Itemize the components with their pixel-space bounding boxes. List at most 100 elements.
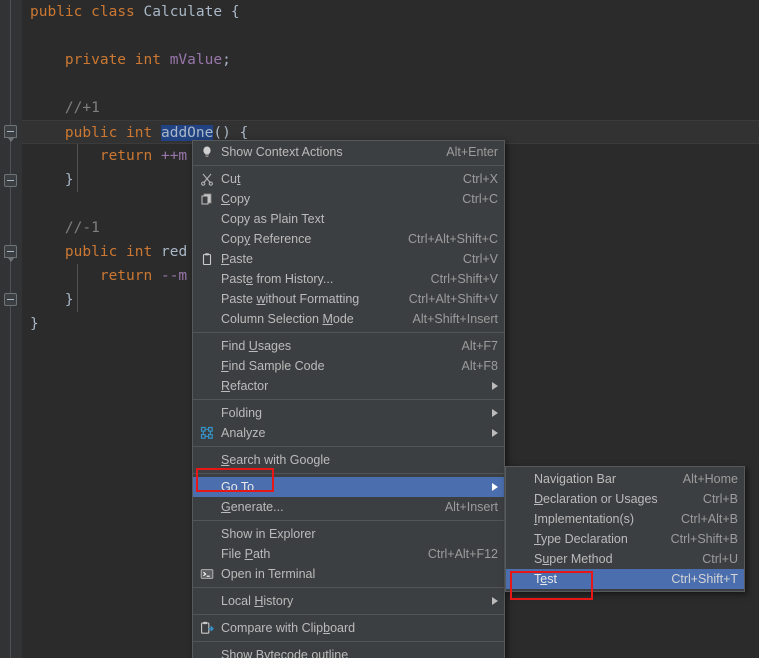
lightbulb-icon: [197, 144, 217, 160]
menu-item-shortcut: Ctrl+V: [462, 252, 498, 266]
code-token: int: [126, 125, 153, 141]
menu-item-shortcut: Alt+Enter: [446, 145, 498, 159]
goto-item-super-method[interactable]: Super Method Ctrl+U: [506, 549, 744, 569]
menu-item-label: Paste from History...: [221, 272, 334, 286]
menu-separator: [193, 520, 504, 521]
code-token: Calculate: [143, 4, 223, 20]
fold-marker-open-addone-icon[interactable]: [4, 125, 17, 142]
menu-item-paste-without-formatting[interactable]: Paste without Formatting Ctrl+Alt+Shift+V: [193, 289, 504, 309]
menu-item-shortcut: Ctrl+Alt+F12: [427, 547, 498, 561]
goto-item-type-declaration[interactable]: Type Declaration Ctrl+Shift+B: [506, 529, 744, 549]
fold-marker-open-reduceone-icon[interactable]: [4, 245, 17, 262]
menu-item-no-icon: [197, 311, 217, 327]
code-token: class: [91, 4, 135, 20]
menu-item-label: Open in Terminal: [221, 567, 316, 581]
goto-item-navigation-bar[interactable]: Navigation Bar Alt+Home: [506, 469, 744, 489]
menu-item-no-icon: [510, 571, 530, 587]
menu-item-compare-with-clipboard[interactable]: Compare with Clipboard: [193, 618, 504, 638]
goto-item-declaration-or-usages[interactable]: Declaration or Usages Ctrl+B: [506, 489, 744, 509]
menu-item-file-path[interactable]: File Path Ctrl+Alt+F12: [193, 544, 504, 564]
menu-item-folding[interactable]: Folding: [193, 403, 504, 423]
code-token: public: [64, 125, 118, 141]
menu-item-shortcut: Ctrl+Alt+B: [681, 512, 738, 526]
menu-item-label: Implementation(s): [534, 512, 635, 526]
menu-item-refactor[interactable]: Refactor: [193, 376, 504, 396]
menu-item-show-context-actions[interactable]: Show Context Actions Alt+Enter: [193, 142, 504, 162]
fold-marker-close-reduceone-icon[interactable]: [4, 293, 17, 306]
menu-item-find-sample-code[interactable]: Find Sample Code Alt+F8: [193, 356, 504, 376]
menu-item-label: Column Selection Mode: [221, 312, 354, 326]
code-token: public: [64, 244, 118, 260]
menu-item-label: Super Method: [534, 552, 613, 566]
chevron-right-icon: [492, 409, 498, 417]
menu-item-label: Compare with Clipboard: [221, 621, 356, 635]
editor-context-menu[interactable]: Show Context Actions Alt+Enter Cut Ctrl+X Co…: [192, 140, 505, 658]
clipboard-icon: [197, 251, 217, 267]
code-line[interactable]: private int mValue;: [22, 48, 759, 72]
code-token: public: [30, 4, 83, 20]
menu-item-no-icon: [510, 531, 530, 547]
menu-item-shortcut: Ctrl+X: [462, 172, 498, 186]
goto-item-implementation-s[interactable]: Implementation(s) Ctrl+Alt+B: [506, 509, 744, 529]
menu-item-no-icon: [197, 546, 217, 562]
menu-item-label: Copy as Plain Text: [221, 212, 325, 226]
menu-item-show-bytecode-outline[interactable]: Show Bytecode outline: [193, 645, 504, 658]
menu-item-shortcut: Ctrl+Shift+V: [430, 272, 498, 286]
menu-item-open-in-terminal[interactable]: Open in Terminal: [193, 564, 504, 584]
fold-marker-close-addone-icon[interactable]: [4, 174, 17, 187]
menu-item-copy-reference[interactable]: Copy Reference Ctrl+Alt+Shift+C: [193, 229, 504, 249]
code-line[interactable]: //+1: [22, 96, 759, 120]
menu-item-label: Declaration or Usages: [534, 492, 658, 506]
menu-item-generate[interactable]: Generate... Alt+Insert: [193, 497, 504, 517]
menu-item-label: Show Bytecode outline: [221, 648, 349, 658]
menu-item-show-in-explorer[interactable]: Show in Explorer: [193, 524, 504, 544]
code-token: ;: [222, 52, 231, 68]
editor-gutter[interactable]: [0, 0, 22, 658]
menu-item-find-usages[interactable]: Find Usages Alt+F7: [193, 336, 504, 356]
menu-item-label: Test: [534, 572, 557, 586]
code-token: int: [134, 52, 161, 68]
menu-item-paste-from-history[interactable]: Paste from History... Ctrl+Shift+V: [193, 269, 504, 289]
menu-item-no-icon: [197, 378, 217, 394]
menu-item-shortcut: Ctrl+B: [702, 492, 738, 506]
code-token: red: [160, 244, 188, 260]
menu-item-no-icon: [197, 479, 217, 495]
menu-item-go-to[interactable]: Go To: [193, 477, 504, 497]
code-token: }: [30, 292, 74, 308]
code-token: int: [126, 244, 153, 260]
code-line[interactable]: [22, 72, 759, 96]
menu-item-analyze[interactable]: Analyze: [193, 423, 504, 443]
indent-guide: [77, 144, 78, 192]
menu-item-label: Local History: [221, 594, 294, 608]
menu-item-label: Navigation Bar: [534, 472, 616, 486]
menu-item-copy[interactable]: Copy Ctrl+C: [193, 189, 504, 209]
code-line[interactable]: public class Calculate {: [22, 0, 759, 24]
code-line[interactable]: [22, 24, 759, 48]
goto-item-test[interactable]: Test Ctrl+Shift+T: [506, 569, 744, 589]
menu-item-shortcut: Alt+F8: [461, 359, 498, 373]
chevron-right-icon: [492, 597, 498, 605]
menu-separator: [193, 399, 504, 400]
menu-item-column-selection-mode[interactable]: Column Selection Mode Alt+Shift+Insert: [193, 309, 504, 329]
menu-item-copy-as-plain-text[interactable]: Copy as Plain Text: [193, 209, 504, 229]
menu-item-shortcut: Ctrl+U: [702, 552, 738, 566]
goto-submenu[interactable]: Navigation Bar Alt+Home Declaration or Usa…: [505, 466, 745, 592]
menu-item-label: Type Declaration: [534, 532, 628, 546]
menu-item-cut[interactable]: Cut Ctrl+X: [193, 169, 504, 189]
menu-item-label: Generate...: [221, 500, 284, 514]
menu-item-local-history[interactable]: Local History: [193, 591, 504, 611]
menu-item-shortcut: Ctrl+Shift+T: [671, 572, 738, 586]
menu-item-label: Paste: [221, 252, 253, 266]
menu-item-no-icon: [197, 231, 217, 247]
menu-item-label: Find Usages: [221, 339, 292, 353]
menu-item-paste[interactable]: Paste Ctrl+V: [193, 249, 504, 269]
menu-item-search-with-google[interactable]: Search with Google: [193, 450, 504, 470]
